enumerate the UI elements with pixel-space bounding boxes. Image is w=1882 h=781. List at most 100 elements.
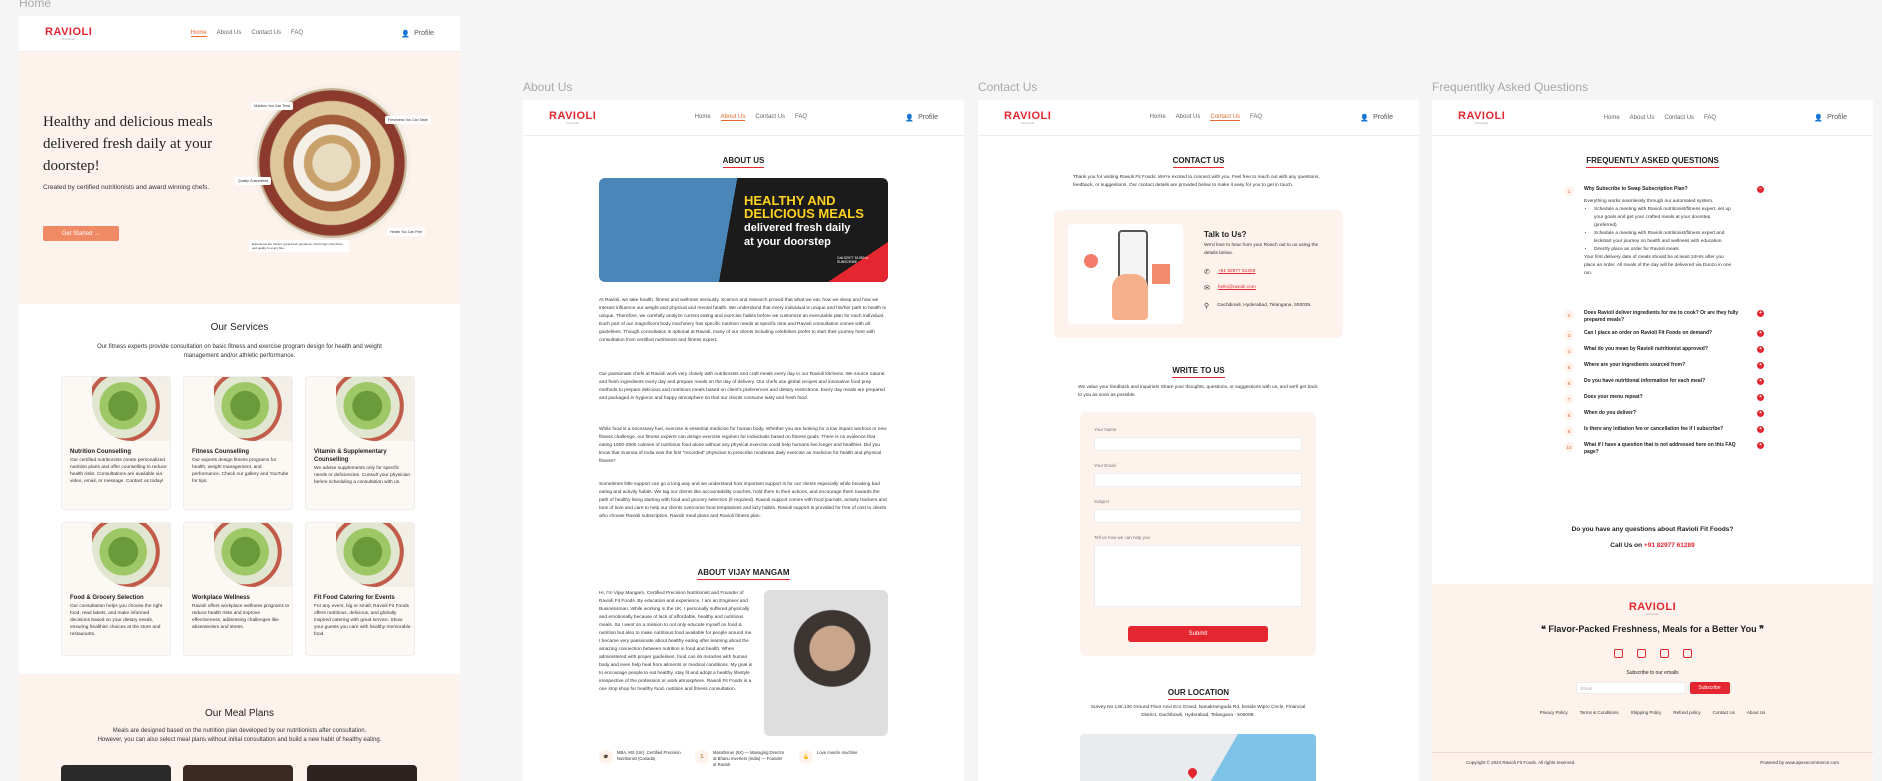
nav-home[interactable]: Home	[190, 30, 207, 37]
footer-logo[interactable]: RAVIOLI Fit Foods	[1432, 602, 1873, 616]
contact-title: CONTACT US	[1172, 156, 1225, 168]
faq-item[interactable]: 4 What do you mean by Ravioli nutritionis…	[1564, 346, 1764, 356]
get-started-button[interactable]: Get Started →	[43, 226, 119, 241]
write-title: WRITE TO US	[1172, 366, 1225, 378]
profile-button[interactable]: 👤 Profile	[1814, 114, 1847, 122]
nav-faq[interactable]: FAQ	[795, 114, 807, 121]
service-card[interactable]: Food & Grocery Selection Our consultation…	[61, 522, 171, 656]
logo[interactable]: RAVIOLI Fit Foods	[1458, 110, 1505, 125]
nav-about[interactable]: About Us	[217, 30, 242, 37]
logo[interactable]: RAVIOLI Fit Foods	[549, 110, 596, 125]
nav-faq[interactable]: FAQ	[1704, 115, 1716, 121]
faq-item[interactable]: 5 Where are your ingredients sourced from…	[1564, 362, 1764, 372]
email-input[interactable]	[1094, 473, 1302, 487]
plus-icon: +	[1757, 378, 1764, 385]
message-textarea[interactable]	[1094, 545, 1302, 607]
meal-image	[61, 765, 171, 781]
faq-list: 2 Does Ravioli deliver ingredients for me…	[1564, 310, 1764, 456]
logo[interactable]: RAVIOLI Fit Foods	[1004, 110, 1051, 125]
subscribe-button[interactable]: Subscribe	[1689, 682, 1730, 694]
nav-home[interactable]: Home	[695, 114, 711, 121]
phone-link[interactable]: +91 82977 61289	[1218, 268, 1255, 276]
subject-input[interactable]	[1094, 509, 1302, 523]
instagram-icon[interactable]	[1659, 649, 1669, 658]
service-card[interactable]: Nutrition Counselling Our certified nutri…	[61, 376, 171, 510]
footer-link[interactable]: Contact Us	[1713, 710, 1735, 715]
services-title: Our Services	[210, 322, 269, 333]
faq-item[interactable]: 6 Do you have nutritional information for…	[1564, 378, 1764, 388]
plus-icon: +	[1757, 346, 1764, 353]
meal-image	[183, 765, 293, 781]
nav-contact[interactable]: Contact Us	[1210, 114, 1241, 121]
credentials: 🎓 MBA, MS (UK), Certified Precision Nutri…	[599, 750, 879, 768]
footer-links: Privacy Policy Terms & Conditions Shippi…	[1432, 710, 1873, 715]
faq-item[interactable]: 2 Does Ravioli deliver ingredients for me…	[1564, 310, 1764, 324]
about-paragraph-2: Our passionate chefs at Ravioli work ver…	[599, 372, 885, 401]
footer-link[interactable]: Terms & Conditions	[1580, 710, 1619, 715]
service-card[interactable]: Fit Food Catering for Events For any even…	[305, 522, 415, 656]
user-icon: 👤	[905, 114, 915, 122]
footer-link[interactable]: About Us	[1747, 710, 1766, 715]
youtube-icon[interactable]	[1682, 649, 1692, 658]
powered-by[interactable]: Powered by www.apexecommerce.com	[1760, 760, 1839, 765]
meal-plans-sub1: Meals are designed based on the nutritio…	[112, 728, 367, 734]
contact-address: Gachibowli, Hyderabad, Telangana, 500035…	[1217, 303, 1312, 308]
instagram-icon[interactable]	[1613, 649, 1623, 658]
faq-item[interactable]: 10 What if I have a question that is not …	[1564, 442, 1764, 456]
nav-faq[interactable]: FAQ	[291, 30, 303, 37]
hero-title: Healthy and delicious meals delivered fr…	[43, 114, 213, 174]
services-grid: Nutrition Counselling Our certified nutri…	[61, 376, 415, 656]
location-map[interactable]	[1080, 734, 1316, 781]
email-link[interactable]: hello@ravioli.com	[1218, 284, 1256, 292]
name-input[interactable]	[1094, 437, 1302, 451]
nav-about[interactable]: About Us	[720, 114, 746, 121]
talk-card: Talk to Us? We'd love to hear from you! …	[1054, 210, 1343, 338]
vijay-title: ABOUT VIJAY MANGAM	[697, 568, 790, 580]
whatsapp-icon: ✆	[1204, 269, 1210, 276]
service-card[interactable]: Fitness Counselling Our experts design fi…	[183, 376, 293, 510]
faq-item[interactable]: 9 Is there any initiation fee or cancella…	[1564, 426, 1764, 436]
nav-about[interactable]: About Us	[1176, 114, 1201, 121]
profile-button[interactable]: 👤 Profile	[905, 114, 938, 122]
faq-item[interactable]: 3 Can I place an order on Ravioli Fit Foo…	[1564, 330, 1764, 340]
profile-button[interactable]: 👤 Profile	[1360, 114, 1393, 122]
profile-button[interactable]: 👤 Profile	[401, 30, 434, 38]
plus-icon: +	[1757, 330, 1764, 337]
nav-home[interactable]: Home	[1604, 115, 1620, 121]
faq-item-expanded[interactable]: 1 Why Subscribe to Swap Subscription Plan…	[1564, 186, 1764, 278]
footer-link[interactable]: Shipping Policy	[1631, 710, 1662, 715]
facebook-icon[interactable]	[1636, 649, 1646, 658]
frame-label-faq: Frequentlky Asked Questions	[1432, 80, 1589, 94]
location-address: Survey No 135,136 Ground Floor Anvi Eco …	[1090, 705, 1306, 718]
nav-faq[interactable]: FAQ	[1250, 114, 1262, 121]
mail-icon: ✉	[1204, 285, 1210, 292]
vijay-paragraph: Hi, I'm Vijay Mangam, Certified Precisio…	[599, 591, 753, 692]
education-icon: 🎓	[599, 750, 613, 764]
about-paragraph-4: Sometimes little support can go a long w…	[599, 482, 887, 519]
submit-button[interactable]: Submit	[1128, 626, 1268, 642]
hero: Healthy and delicious meals delivered fr…	[19, 52, 460, 304]
about-paragraph-3: While food is a necessary fuel, exercise…	[599, 427, 887, 464]
frame-label-about: About Us	[523, 80, 573, 94]
contact-form: Your Name Your Email Subject Tell us how…	[1080, 412, 1316, 656]
subscribe-email-input[interactable]: Email	[1575, 682, 1686, 694]
meal-plans-section: Our Meal Plans Meals are designed based …	[19, 674, 460, 781]
logo[interactable]: RAVIOLI Fit Foods	[45, 26, 92, 41]
service-card[interactable]: Workplace Wellness Ravioli offers workpla…	[183, 522, 293, 656]
nav-contact[interactable]: Contact Us	[251, 30, 281, 37]
faq-item[interactable]: 7 Does your menu repeat? +	[1564, 394, 1764, 404]
nav-home[interactable]: Home	[1150, 114, 1166, 121]
footer-link[interactable]: Privacy Policy	[1540, 710, 1568, 715]
muscle-icon: 💪	[799, 750, 813, 764]
faq-more-questions: Do you have any questions about Ravioli …	[1571, 526, 1734, 533]
faq-item[interactable]: 8 When do you deliver? +	[1564, 410, 1764, 420]
faq-call-number[interactable]: +91 82977 61289	[1644, 542, 1695, 549]
nav-contact[interactable]: Contact Us	[755, 114, 785, 121]
service-card[interactable]: Vitamin & Supplementary Counselling We ad…	[305, 376, 415, 510]
nav-contact[interactable]: Contact Us	[1664, 115, 1694, 121]
collapse-icon[interactable]: −	[1757, 186, 1764, 193]
nav-about[interactable]: About Us	[1630, 115, 1655, 121]
user-icon: 👤	[401, 30, 411, 38]
subscribe-form: Email Subscribe	[1432, 682, 1873, 694]
footer-link[interactable]: Refund policy	[1673, 710, 1700, 715]
